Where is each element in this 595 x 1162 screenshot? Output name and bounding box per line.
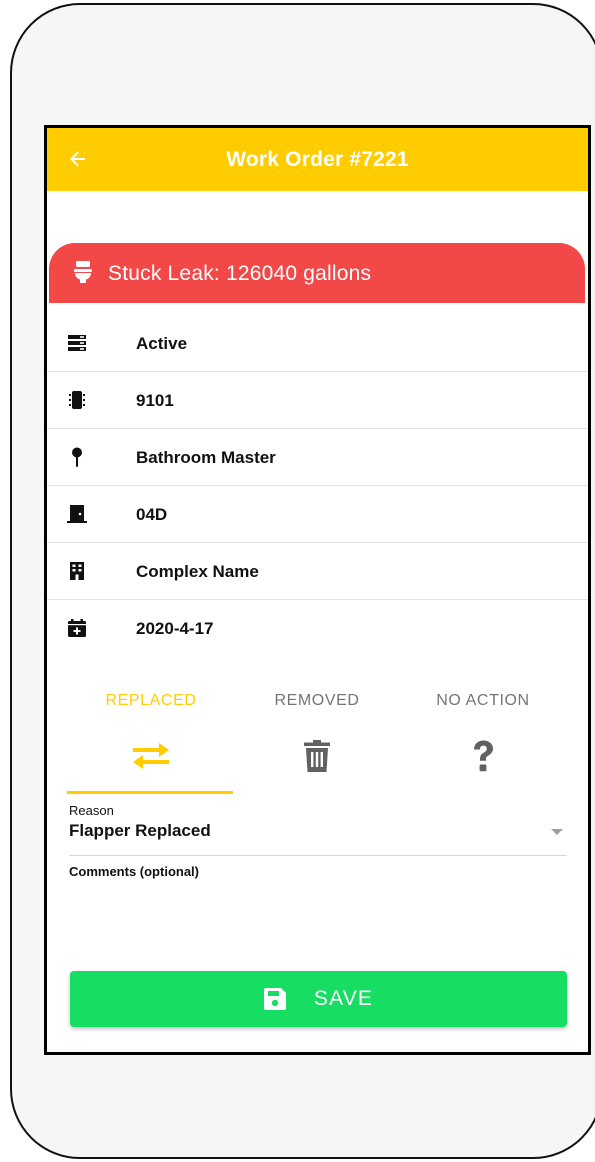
location-value: Bathroom Master [136, 448, 276, 467]
toilet-icon [74, 261, 92, 283]
app-screen: Work Order #7221 Stuck Leak: 126040 gall… [44, 125, 591, 1055]
leak-alert-text: Stuck Leak: 126040 gallons [108, 262, 372, 285]
phone-frame: Work Order #7221 Stuck Leak: 126040 gall… [10, 3, 595, 1159]
device-id-value: 9101 [136, 391, 174, 410]
map-pin-icon [67, 447, 87, 467]
door-icon [67, 504, 87, 524]
comments-label: Comments (optional) [69, 864, 199, 879]
tab-replaced[interactable]: REPLACED [61, 678, 241, 794]
tab-no-action-label: NO ACTION [436, 692, 530, 709]
dropdown-arrow-icon [551, 829, 563, 835]
page-title: Work Order #7221 [226, 148, 409, 171]
app-bar: Work Order #7221 [47, 128, 588, 191]
floppy-disk-icon [263, 988, 286, 1010]
date-row: 2020-4-17 [47, 600, 588, 656]
reason-select[interactable]: Reason Flapper Replaced [69, 801, 567, 856]
action-tabs: REPLACED REMOVED NO ACTION [47, 678, 588, 798]
save-label: SAVE [313, 987, 374, 1010]
status-value: Active [136, 334, 188, 353]
tab-removed[interactable]: REMOVED [227, 678, 407, 794]
tab-replaced-label: REPLACED [105, 692, 197, 709]
status-row: Active [47, 315, 588, 372]
device-row: 9101 [47, 372, 588, 429]
calendar-plus-icon [67, 618, 87, 638]
trash-icon [227, 738, 407, 774]
tab-no-action[interactable]: NO ACTION [393, 678, 573, 794]
unit-row: 04D [47, 486, 588, 543]
question-icon [393, 738, 573, 774]
unit-value: 04D [136, 505, 168, 524]
reason-label: Reason [69, 803, 114, 818]
building-icon [67, 561, 87, 581]
work-order-details: Active 9101 Bathroom Master 04D Complex … [47, 315, 588, 656]
reason-value: Flapper Replaced [69, 821, 211, 840]
active-tab-indicator [67, 791, 233, 794]
comments-input[interactable] [69, 884, 567, 954]
server-icon [67, 333, 87, 353]
date-value: 2020-4-17 [136, 619, 214, 638]
location-row: Bathroom Master [47, 429, 588, 486]
tab-removed-label: REMOVED [274, 692, 360, 709]
save-button[interactable]: SAVE [70, 971, 567, 1027]
complex-value: Complex Name [136, 562, 259, 581]
swap-arrows-icon [61, 738, 241, 774]
chip-icon [67, 390, 87, 410]
leak-alert-banner: Stuck Leak: 126040 gallons [49, 243, 585, 303]
complex-row: Complex Name [47, 543, 588, 600]
